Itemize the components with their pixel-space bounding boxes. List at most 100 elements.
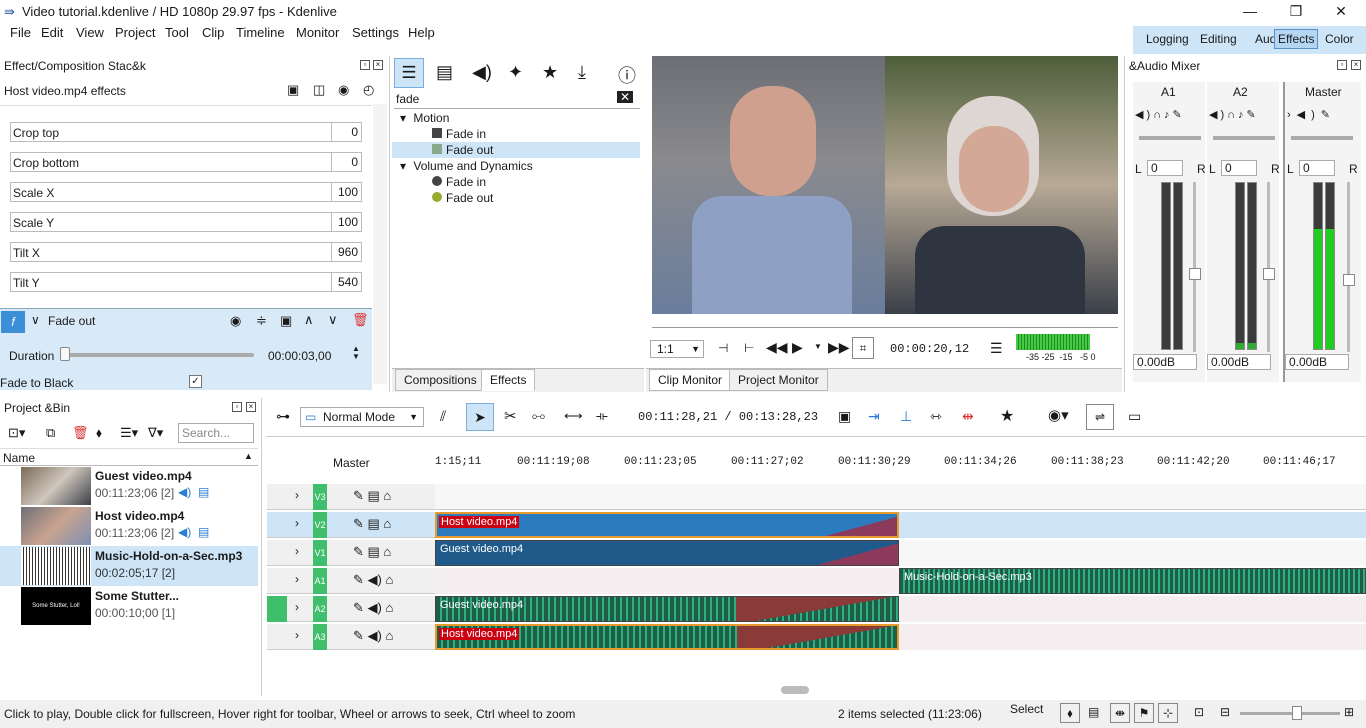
tree-item-fade-out[interactable]: Fade out — [392, 142, 640, 158]
monitor-timecode[interactable]: 00:00:20,12 — [890, 342, 969, 356]
param-scale-x[interactable]: Scale X 100 — [10, 182, 362, 202]
effect-stack-scrollbar[interactable] — [373, 104, 387, 384]
tab-clip-monitor[interactable]: Clip Monitor — [649, 369, 732, 391]
crop-icon[interactable]: ⌗ — [852, 337, 874, 359]
name-column-header[interactable]: Name — [3, 451, 35, 465]
clear-search-icon[interactable]: ✕ — [617, 91, 634, 103]
zoom-in-icon[interactable]: ⊞ — [1344, 705, 1354, 719]
video-only-icon[interactable]: ▤ — [1088, 705, 1099, 719]
timeline-scroll-handle[interactable] — [781, 686, 809, 694]
slip-tool-icon[interactable]: ⧟ — [532, 408, 545, 424]
bin-search-input[interactable]: Search... — [178, 423, 254, 443]
razor-tool-icon[interactable]: ✂ — [504, 407, 517, 425]
spacer-tool-icon[interactable]: ⫽ — [440, 408, 446, 425]
layout-logging[interactable]: Logging — [1146, 32, 1189, 46]
pan-value[interactable]: 0 — [1147, 160, 1183, 176]
zone-icon[interactable]: ⊹ — [1158, 703, 1178, 723]
param-tilt-y[interactable]: Tilt Y 540 — [10, 272, 362, 292]
track-row-v3[interactable] — [435, 484, 1366, 510]
tab-effects[interactable]: Effects — [481, 369, 536, 391]
tree-item-audio-fade-in[interactable]: Fade in — [432, 174, 486, 190]
folder-icon[interactable]: ⧉ — [46, 425, 55, 441]
ripple-tool-icon[interactable]: ⟷ — [564, 408, 583, 424]
favorites-icon[interactable]: ★ — [542, 62, 558, 83]
tree-item-audio-fade-out[interactable]: Fade out — [432, 190, 493, 206]
video-preview[interactable] — [652, 56, 1118, 314]
delete-icon[interactable]: 🗑 — [72, 425, 89, 441]
tag-icon[interactable]: ⬧ — [1060, 703, 1080, 723]
track-settings-icon[interactable]: ⊶ — [276, 408, 290, 425]
effects-search-input[interactable]: fade — [394, 89, 640, 109]
clip-v1-guest[interactable]: Guest video.mp4 — [435, 540, 899, 566]
preview-render-icon[interactable]: ◉▾ — [1048, 406, 1069, 424]
presets-icon[interactable]: ≑ — [256, 313, 267, 329]
pan-slider[interactable] — [1291, 136, 1353, 140]
slide-tool-icon[interactable]: ⟛ — [596, 408, 608, 424]
tree-group-motion[interactable]: ▾ Motion — [400, 110, 449, 126]
volume-slider-handle[interactable] — [1343, 274, 1355, 286]
info-icon[interactable]: ⓘ — [618, 62, 636, 88]
monitor-ruler[interactable] — [652, 314, 1118, 328]
layout-effects[interactable]: Effects — [1274, 29, 1319, 49]
subtitle-icon[interactable]: ▭ — [1128, 408, 1141, 425]
menu-settings[interactable]: Settings — [352, 25, 399, 40]
clip-a3-host[interactable]: Host video.mp4 — [435, 624, 899, 650]
float-icon[interactable]: ▫ — [232, 402, 242, 412]
snap-icon[interactable]: ⇼ — [1110, 703, 1130, 723]
duration-value[interactable]: 00:00:03,00 — [268, 349, 331, 363]
zoom-select[interactable]: 1:1 ▼ — [650, 340, 704, 358]
menu-edit[interactable]: Edit — [41, 25, 63, 40]
rewind-icon[interactable]: ◀◀ — [766, 339, 788, 356]
track-header-v1[interactable]: › V1 ✎ ▤ ⌂ — [267, 540, 435, 566]
volume-value[interactable]: 0.00dB — [1285, 354, 1349, 370]
volume-slider[interactable] — [1347, 182, 1350, 352]
lift-icon[interactable]: ⇹ — [962, 408, 974, 425]
menu-view[interactable]: View — [76, 25, 104, 40]
close-button[interactable]: ✕ — [1318, 0, 1364, 24]
minimize-button[interactable]: — — [1227, 0, 1273, 24]
marker-icon[interactable]: ⚑ — [1134, 703, 1154, 723]
delete-icon[interactable]: 🗑 — [352, 312, 369, 328]
duration-slider-handle[interactable] — [60, 347, 70, 361]
volume-slider-handle[interactable] — [1263, 268, 1275, 280]
volume-value[interactable]: 0.00dB — [1207, 354, 1271, 370]
layout-editing[interactable]: Editing — [1200, 32, 1237, 46]
overwrite-icon[interactable]: ⊥ — [900, 408, 912, 425]
volume-slider[interactable] — [1193, 182, 1196, 352]
track-header-a1[interactable]: › A1 ✎ ◀) ⌂ — [267, 568, 435, 594]
extract-icon[interactable]: ⇿ — [930, 408, 942, 425]
favorite-effects-icon[interactable]: ★ — [1000, 406, 1014, 426]
add-clip-icon[interactable]: ⊡▾ — [8, 425, 25, 441]
clip-v2-host[interactable]: Host video.mp4 — [435, 512, 899, 538]
bin-item-title[interactable]: Some Stutter, Lol! Some Stutter... 00:00… — [0, 586, 258, 626]
close-icon[interactable]: × — [373, 60, 383, 70]
param-crop-top[interactable]: Crop top 0 — [10, 122, 362, 142]
menu-monitor[interactable]: Monitor — [296, 25, 339, 40]
zoom-out-icon[interactable]: ⊟ — [1220, 705, 1230, 719]
tag-icon[interactable]: ⬧ — [96, 425, 102, 441]
bin-item-host[interactable]: Host video.mp4 00:11:23;06 [2] ◀) ▤ — [0, 506, 258, 546]
pan-value[interactable]: 0 — [1221, 160, 1257, 176]
zoom-slider[interactable] — [1240, 712, 1340, 715]
tree-item-fade-in[interactable]: Fade in — [432, 126, 486, 142]
clip-a1-music[interactable]: Music-Hold-on-a-Sec.mp3 — [899, 568, 1366, 594]
menu-file[interactable]: File — [10, 25, 31, 40]
timer-icon[interactable]: ◴ — [363, 82, 374, 98]
track-header-v2[interactable]: › V2 ✎ ▤ ⌂ — [267, 512, 435, 538]
save-icon[interactable]: ▣ — [280, 313, 292, 329]
track-header-v3[interactable]: › V3 ✎ ▤ ⌂ — [267, 484, 435, 510]
close-icon[interactable]: × — [1351, 60, 1361, 70]
channel-controls-icon[interactable]: ◀)∩♪✎ — [1135, 108, 1185, 121]
duration-slider[interactable] — [62, 353, 254, 357]
view-menu-icon[interactable]: ☰▾ — [120, 425, 138, 441]
timeline-ruler[interactable]: 1:15;11 00:11:19;08 00:11:23;05 00:11:27… — [435, 437, 1366, 485]
zoom-slider-handle[interactable] — [1292, 706, 1302, 720]
pan-slider[interactable] — [1213, 136, 1275, 140]
video-effects-icon[interactable]: ▤ — [436, 62, 453, 83]
edit-mode-select[interactable]: ▭ Normal Mode ▼ — [300, 407, 424, 427]
fit-zoom-icon[interactable]: ⊡ — [1194, 705, 1204, 719]
eye-icon[interactable]: ◉ — [230, 313, 241, 329]
bin-item-guest[interactable]: Guest video.mp4 00:11:23;06 [2] ◀) ▤ — [0, 466, 258, 506]
list-icon[interactable]: ☰ — [394, 58, 424, 88]
menu-project[interactable]: Project — [115, 25, 155, 40]
